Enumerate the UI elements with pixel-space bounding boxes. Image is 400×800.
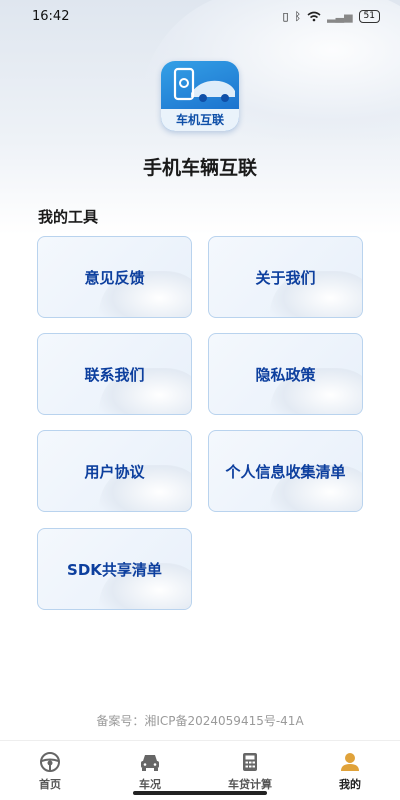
bluetooth-icon: ᛒ	[294, 9, 302, 23]
vibrate-icon: ▯	[282, 9, 289, 23]
feedback-card[interactable]: 意见反馈	[37, 236, 192, 318]
card-label: SDK共享清单	[67, 560, 162, 579]
about-us-card[interactable]: 关于我们	[208, 236, 363, 318]
card-label: 意见反馈	[84, 268, 145, 287]
icp-record[interactable]: 备案号：湘ICP备2024059415号-41A	[0, 712, 400, 729]
logo-text: 车机互联	[161, 109, 239, 131]
personal-info-list-card[interactable]: 个人信息收集清单	[208, 430, 363, 512]
user-icon	[341, 753, 359, 771]
steering-wheel-icon	[40, 752, 60, 772]
phone-car-icon	[173, 67, 235, 102]
home-indicator[interactable]	[133, 791, 267, 795]
card-label: 个人信息收集清单	[225, 462, 346, 481]
card-label: 关于我们	[255, 268, 316, 287]
tab-home[interactable]: 首页	[0, 741, 100, 800]
card-label: 隐私政策	[255, 365, 316, 384]
tab-label: 我的	[339, 778, 361, 791]
signal-icon: ▂▃▅	[327, 9, 353, 23]
contact-us-card[interactable]: 联系我们	[37, 333, 192, 415]
tab-label: 车贷计算	[228, 778, 272, 791]
card-label: 联系我们	[84, 365, 145, 384]
car-icon	[141, 755, 159, 771]
section-title: 我的工具	[38, 208, 99, 226]
tab-label: 首页	[39, 778, 61, 791]
app-title: 手机车辆互联	[142, 157, 257, 179]
sdk-share-list-card[interactable]: SDK共享清单	[37, 528, 192, 610]
app-logo: 车机互联	[161, 61, 239, 131]
tab-label: 车况	[139, 778, 161, 791]
privacy-policy-card[interactable]: 隐私政策	[208, 333, 363, 415]
wifi-icon	[307, 11, 321, 21]
status-bar: 16:42 ▯ ᛒ ▂▃▅ 51	[0, 0, 400, 32]
battery-icon: 51	[358, 9, 380, 23]
user-agreement-card[interactable]: 用户协议	[37, 430, 192, 512]
status-time: 16:42	[32, 8, 70, 24]
card-label: 用户协议	[84, 462, 145, 481]
status-icons: ▯ ᛒ ▂▃▅ 51	[282, 9, 380, 23]
tab-mine[interactable]: 我的	[300, 741, 400, 800]
calculator-icon	[243, 753, 257, 771]
